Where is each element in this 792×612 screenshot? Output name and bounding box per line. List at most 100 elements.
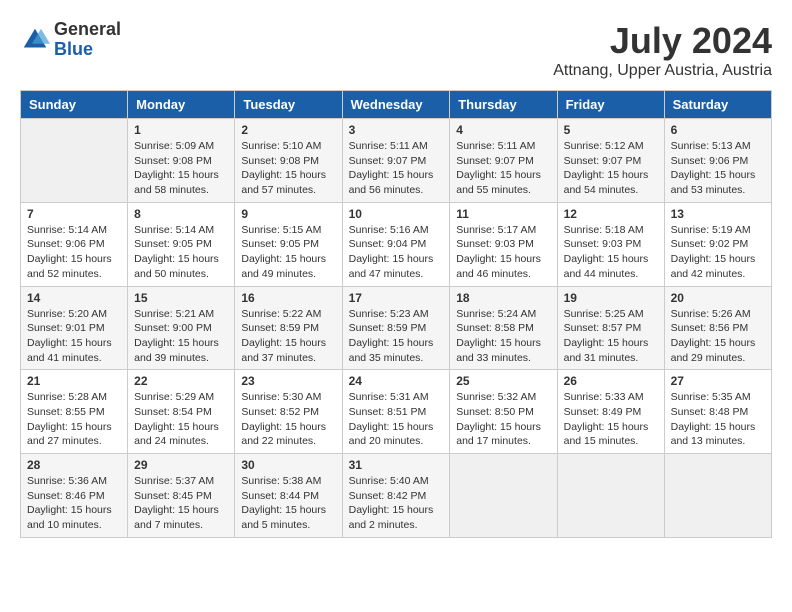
day-number: 26	[564, 374, 658, 388]
day-number: 9	[241, 207, 335, 221]
logo-icon	[20, 25, 50, 55]
day-info: Sunrise: 5:11 AM Sunset: 9:07 PM Dayligh…	[349, 139, 444, 198]
calendar-week-row: 28 Sunrise: 5:36 AM Sunset: 8:46 PM Dayli…	[21, 454, 772, 538]
logo-general: General	[54, 20, 121, 40]
location-subtitle: Attnang, Upper Austria, Austria	[553, 62, 772, 80]
day-number: 30	[241, 458, 335, 472]
day-number: 24	[349, 374, 444, 388]
day-number: 6	[671, 123, 765, 137]
calendar-cell: 9 Sunrise: 5:15 AM Sunset: 9:05 PM Daylig…	[235, 202, 342, 286]
calendar-cell: 19Sunrise: 5:25 AM Sunset: 8:57 PM Dayli…	[557, 286, 664, 370]
calendar-cell	[664, 454, 771, 538]
day-info: Sunrise: 5:17 AM Sunset: 9:03 PM Dayligh…	[456, 223, 550, 282]
day-number: 29	[134, 458, 228, 472]
calendar-week-row: 7 Sunrise: 5:14 AM Sunset: 9:06 PM Daylig…	[21, 202, 772, 286]
calendar-header-row: SundayMondayTuesdayWednesdayThursdayFrid…	[21, 91, 772, 119]
day-number: 18	[456, 291, 550, 305]
day-number: 7	[27, 207, 121, 221]
day-number: 21	[27, 374, 121, 388]
day-info: Sunrise: 5:40 AM Sunset: 8:42 PM Dayligh…	[349, 474, 444, 533]
day-info: Sunrise: 5:21 AM Sunset: 9:00 PM Dayligh…	[134, 307, 228, 366]
day-number: 28	[27, 458, 121, 472]
day-info: Sunrise: 5:33 AM Sunset: 8:49 PM Dayligh…	[564, 390, 658, 449]
day-info: Sunrise: 5:25 AM Sunset: 8:57 PM Dayligh…	[564, 307, 658, 366]
calendar-cell: 6 Sunrise: 5:13 AM Sunset: 9:06 PM Daylig…	[664, 119, 771, 203]
day-info: Sunrise: 5:13 AM Sunset: 9:06 PM Dayligh…	[671, 139, 765, 198]
day-info: Sunrise: 5:22 AM Sunset: 8:59 PM Dayligh…	[241, 307, 335, 366]
day-number: 31	[349, 458, 444, 472]
calendar-cell: 13 Sunrise: 5:19 AM Sunset: 9:02 PM Dayli…	[664, 202, 771, 286]
calendar-cell: 21 Sunrise: 5:28 AM Sunset: 8:55 PM Dayli…	[21, 370, 128, 454]
calendar-cell: 30 Sunrise: 5:38 AM Sunset: 8:44 PM Dayli…	[235, 454, 342, 538]
calendar-cell: 29Sunrise: 5:37 AM Sunset: 8:45 PM Dayli…	[128, 454, 235, 538]
day-info: Sunrise: 5:19 AM Sunset: 9:02 PM Dayligh…	[671, 223, 765, 282]
day-number: 3	[349, 123, 444, 137]
day-info: Sunrise: 5:14 AM Sunset: 9:06 PM Dayligh…	[27, 223, 121, 282]
day-number: 15	[134, 291, 228, 305]
calendar-week-row: 14 Sunrise: 5:20 AM Sunset: 9:01 PM Dayli…	[21, 286, 772, 370]
month-year-title: July 2024	[553, 20, 772, 62]
col-header-thursday: Thursday	[450, 91, 557, 119]
day-number: 25	[456, 374, 550, 388]
calendar-cell: 27 Sunrise: 5:35 AM Sunset: 8:48 PM Dayli…	[664, 370, 771, 454]
day-info: Sunrise: 5:29 AM Sunset: 8:54 PM Dayligh…	[134, 390, 228, 449]
logo-blue: Blue	[54, 40, 121, 60]
day-number: 1	[134, 123, 228, 137]
calendar-cell: 17Sunrise: 5:23 AM Sunset: 8:59 PM Dayli…	[342, 286, 450, 370]
title-area: July 2024 Attnang, Upper Austria, Austri…	[553, 20, 772, 80]
day-info: Sunrise: 5:36 AM Sunset: 8:46 PM Dayligh…	[27, 474, 121, 533]
calendar-cell: 28 Sunrise: 5:36 AM Sunset: 8:46 PM Dayli…	[21, 454, 128, 538]
calendar-cell: 12Sunrise: 5:18 AM Sunset: 9:03 PM Dayli…	[557, 202, 664, 286]
calendar-cell	[21, 119, 128, 203]
calendar-cell	[557, 454, 664, 538]
day-info: Sunrise: 5:14 AM Sunset: 9:05 PM Dayligh…	[134, 223, 228, 282]
calendar-cell: 14 Sunrise: 5:20 AM Sunset: 9:01 PM Dayli…	[21, 286, 128, 370]
calendar-cell: 8 Sunrise: 5:14 AM Sunset: 9:05 PM Daylig…	[128, 202, 235, 286]
day-info: Sunrise: 5:18 AM Sunset: 9:03 PM Dayligh…	[564, 223, 658, 282]
calendar-cell: 22 Sunrise: 5:29 AM Sunset: 8:54 PM Dayli…	[128, 370, 235, 454]
day-number: 22	[134, 374, 228, 388]
col-header-sunday: Sunday	[21, 91, 128, 119]
calendar-cell: 3 Sunrise: 5:11 AM Sunset: 9:07 PM Daylig…	[342, 119, 450, 203]
calendar-week-row: 21 Sunrise: 5:28 AM Sunset: 8:55 PM Dayli…	[21, 370, 772, 454]
col-header-wednesday: Wednesday	[342, 91, 450, 119]
day-number: 4	[456, 123, 550, 137]
day-number: 27	[671, 374, 765, 388]
day-number: 13	[671, 207, 765, 221]
day-info: Sunrise: 5:16 AM Sunset: 9:04 PM Dayligh…	[349, 223, 444, 282]
calendar-cell: 11 Sunrise: 5:17 AM Sunset: 9:03 PM Dayli…	[450, 202, 557, 286]
day-number: 11	[456, 207, 550, 221]
day-info: Sunrise: 5:35 AM Sunset: 8:48 PM Dayligh…	[671, 390, 765, 449]
calendar-cell: 4Sunrise: 5:11 AM Sunset: 9:07 PM Daylig…	[450, 119, 557, 203]
day-info: Sunrise: 5:09 AM Sunset: 9:08 PM Dayligh…	[134, 139, 228, 198]
calendar-week-row: 1 Sunrise: 5:09 AM Sunset: 9:08 PM Daylig…	[21, 119, 772, 203]
calendar-cell: 24Sunrise: 5:31 AM Sunset: 8:51 PM Dayli…	[342, 370, 450, 454]
day-info: Sunrise: 5:26 AM Sunset: 8:56 PM Dayligh…	[671, 307, 765, 366]
day-number: 2	[241, 123, 335, 137]
col-header-saturday: Saturday	[664, 91, 771, 119]
day-info: Sunrise: 5:32 AM Sunset: 8:50 PM Dayligh…	[456, 390, 550, 449]
day-info: Sunrise: 5:20 AM Sunset: 9:01 PM Dayligh…	[27, 307, 121, 366]
day-info: Sunrise: 5:15 AM Sunset: 9:05 PM Dayligh…	[241, 223, 335, 282]
logo: General Blue	[20, 20, 121, 60]
logo-text: General Blue	[54, 20, 121, 60]
header: General Blue July 2024 Attnang, Upper Au…	[20, 20, 772, 80]
day-number: 5	[564, 123, 658, 137]
day-number: 23	[241, 374, 335, 388]
calendar-cell	[450, 454, 557, 538]
calendar-cell: 20Sunrise: 5:26 AM Sunset: 8:56 PM Dayli…	[664, 286, 771, 370]
day-info: Sunrise: 5:12 AM Sunset: 9:07 PM Dayligh…	[564, 139, 658, 198]
day-info: Sunrise: 5:24 AM Sunset: 8:58 PM Dayligh…	[456, 307, 550, 366]
calendar-cell: 16Sunrise: 5:22 AM Sunset: 8:59 PM Dayli…	[235, 286, 342, 370]
day-number: 10	[349, 207, 444, 221]
col-header-friday: Friday	[557, 91, 664, 119]
day-info: Sunrise: 5:28 AM Sunset: 8:55 PM Dayligh…	[27, 390, 121, 449]
calendar-cell: 18 Sunrise: 5:24 AM Sunset: 8:58 PM Dayli…	[450, 286, 557, 370]
col-header-monday: Monday	[128, 91, 235, 119]
day-number: 17	[349, 291, 444, 305]
calendar-cell: 15 Sunrise: 5:21 AM Sunset: 9:00 PM Dayli…	[128, 286, 235, 370]
calendar-cell: 25 Sunrise: 5:32 AM Sunset: 8:50 PM Dayli…	[450, 370, 557, 454]
day-info: Sunrise: 5:38 AM Sunset: 8:44 PM Dayligh…	[241, 474, 335, 533]
day-number: 8	[134, 207, 228, 221]
day-number: 14	[27, 291, 121, 305]
